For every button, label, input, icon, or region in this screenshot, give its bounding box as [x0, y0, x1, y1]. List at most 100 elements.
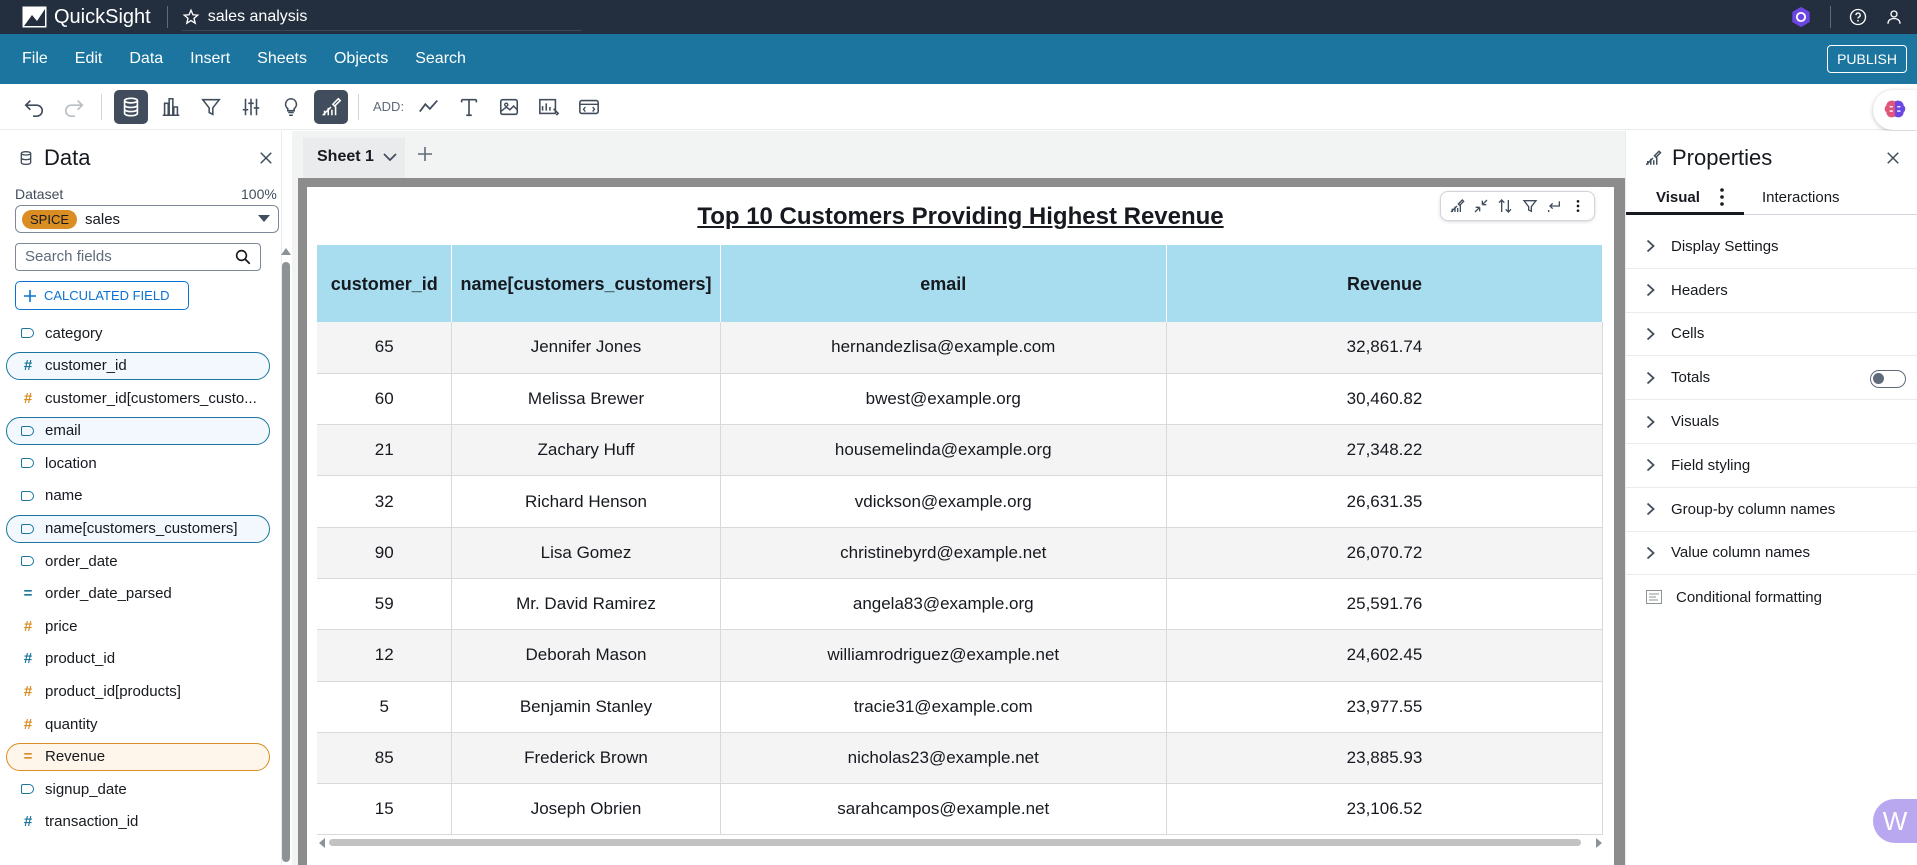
properties-section[interactable]: Display Settings	[1626, 225, 1917, 269]
table-cell[interactable]: 26,631.35	[1166, 475, 1604, 528]
table-row[interactable]: 32 Richard Henson vdickson@example.org 26,6…	[317, 475, 1604, 528]
conditional-formatting-section[interactable]: Conditional formatting	[1626, 575, 1917, 619]
table-row[interactable]: 60 Melissa Brewer bwest@example.org 30,460.…	[317, 373, 1604, 426]
table-row[interactable]: 85 Frederick Brown nicholas23@example.net 2…	[317, 732, 1604, 785]
user-icon[interactable]	[1885, 8, 1903, 26]
table-cell[interactable]: christinebyrd@example.net	[720, 527, 1167, 579]
table-cell[interactable]: 12	[317, 629, 453, 682]
filter-button[interactable]	[194, 90, 228, 124]
insights-button[interactable]	[274, 90, 308, 124]
properties-section[interactable]: Value column names	[1626, 532, 1917, 576]
analysis-name-field[interactable]: sales analysis	[181, 3, 582, 31]
field-item[interactable]: order_date	[6, 547, 270, 575]
field-item[interactable]: # customer_id[customers_custo...	[6, 384, 270, 412]
help-icon[interactable]	[1849, 8, 1867, 26]
tab-visual[interactable]: Visual	[1656, 189, 1700, 206]
table-row[interactable]: 65 Jennifer Jones hernandezlisa@example.co…	[317, 322, 1604, 374]
properties-section[interactable]: Cells	[1626, 313, 1917, 357]
filter-icon[interactable]	[1522, 198, 1538, 214]
field-item[interactable]: # transaction_id	[6, 808, 270, 836]
table-cell[interactable]: 21	[317, 424, 453, 477]
column-header[interactable]: name[customers_customers]	[451, 245, 721, 322]
table-cell[interactable]: 24,602.45	[1166, 629, 1604, 682]
table-cell[interactable]: bwest@example.org	[720, 373, 1167, 426]
table-cell[interactable]: housemelinda@example.org	[720, 424, 1167, 477]
format-visual-icon[interactable]	[1449, 198, 1465, 214]
table-cell[interactable]: tracie31@example.com	[720, 681, 1167, 733]
table-cell[interactable]: 23,977.55	[1166, 681, 1604, 733]
menu-data[interactable]: Data	[129, 50, 163, 68]
table-cell[interactable]: 25,591.76	[1166, 578, 1604, 631]
table-cell[interactable]: 32,861.74	[1166, 322, 1604, 374]
parameters-button[interactable]	[234, 90, 268, 124]
add-image-button[interactable]	[492, 90, 526, 124]
field-list-scrollbar[interactable]	[282, 262, 290, 862]
table-cell[interactable]: Mr. David Ramirez	[451, 578, 721, 631]
quicksight-logo[interactable]: QuickSight	[22, 6, 151, 29]
field-item[interactable]: = Revenue	[6, 742, 270, 771]
format-visual-button[interactable]	[314, 89, 348, 124]
properties-section[interactable]: Group-by column names	[1626, 488, 1917, 532]
table-cell[interactable]: Melissa Brewer	[451, 373, 721, 426]
column-header[interactable]: Revenue	[1166, 245, 1604, 322]
column-header[interactable]: email	[720, 245, 1167, 322]
properties-section[interactable]: Field styling	[1626, 444, 1917, 488]
field-item[interactable]: category	[6, 319, 270, 347]
add-sheet-icon[interactable]	[416, 145, 434, 163]
table-horizontal-scrollbar[interactable]	[329, 839, 1581, 846]
table-cell[interactable]: Jennifer Jones	[451, 322, 721, 374]
table-cell[interactable]: 23,885.93	[1166, 732, 1604, 785]
table-cell[interactable]: nicholas23@example.net	[720, 732, 1167, 785]
field-item[interactable]: name[customers_customers]	[6, 514, 270, 543]
menu-search[interactable]: Search	[415, 50, 466, 68]
drill-icon[interactable]	[1546, 198, 1562, 214]
menu-objects[interactable]: Objects	[334, 50, 388, 68]
field-item[interactable]: email	[6, 416, 270, 445]
table-cell[interactable]: Frederick Brown	[451, 732, 721, 785]
redo-button[interactable]	[57, 90, 91, 124]
table-cell[interactable]: 65	[317, 322, 453, 374]
search-icon[interactable]	[234, 248, 252, 266]
menu-edit[interactable]: Edit	[75, 50, 103, 68]
table-visual[interactable]: Top 10 Customers Providing Highest Reven…	[307, 187, 1614, 865]
publish-button[interactable]: PUBLISH	[1827, 45, 1907, 73]
field-item[interactable]: # quantity	[6, 710, 270, 738]
amazon-q-icon[interactable]	[1790, 6, 1812, 28]
table-row[interactable]: 5 Benjamin Stanley tracie31@example.com 23,…	[317, 681, 1604, 733]
table-row[interactable]: 15 Joseph Obrien sarahcampos@example.net 23…	[317, 783, 1604, 836]
table-row[interactable]: 90 Lisa Gomez christinebyrd@example.net 26,…	[317, 527, 1604, 579]
table-row[interactable]: 59 Mr. David Ramirez angela83@example.org 2…	[317, 578, 1604, 631]
table-cell[interactable]: 5	[317, 681, 453, 733]
table-cell[interactable]: Joseph Obrien	[451, 783, 721, 836]
table-cell[interactable]: 27,348.22	[1166, 424, 1604, 477]
sort-icon[interactable]	[1497, 198, 1513, 214]
table-cell[interactable]: Deborah Mason	[451, 629, 721, 682]
tab-interactions[interactable]: Interactions	[1762, 189, 1840, 206]
scroll-up-icon[interactable]	[280, 247, 292, 257]
search-fields-input[interactable]: Search fields	[15, 243, 261, 271]
close-icon[interactable]	[257, 149, 275, 167]
close-icon[interactable]	[1884, 149, 1902, 167]
chevron-down-icon[interactable]	[382, 152, 398, 162]
tab-sheet-1[interactable]: Sheet 1	[303, 138, 405, 178]
dataset-select[interactable]: SPICE sales	[15, 205, 279, 233]
add-text-button[interactable]	[452, 90, 486, 124]
menu-sheets[interactable]: Sheets	[257, 50, 307, 68]
field-item[interactable]: location	[6, 449, 270, 477]
menu-insert[interactable]: Insert	[190, 50, 230, 68]
visual-title[interactable]: Top 10 Customers Providing Highest Reven…	[307, 203, 1614, 231]
calculated-field-button[interactable]: CALCULATED FIELD	[15, 281, 189, 310]
add-insight-button[interactable]	[532, 90, 566, 124]
assistant-bubble-button[interactable]: W	[1873, 799, 1917, 843]
table-cell[interactable]: 60	[317, 373, 453, 426]
table-cell[interactable]: williamrodriguez@example.net	[720, 629, 1167, 682]
table-cell[interactable]: 59	[317, 578, 453, 631]
add-visual-button[interactable]	[412, 90, 446, 124]
field-item[interactable]: # product_id[products]	[6, 678, 270, 706]
table-cell[interactable]: hernandezlisa@example.com	[720, 322, 1167, 374]
data-panel-button[interactable]	[114, 89, 148, 124]
undo-button[interactable]	[17, 90, 51, 124]
table-cell[interactable]: angela83@example.org	[720, 578, 1167, 631]
table-cell[interactable]: sarahcampos@example.net	[720, 783, 1167, 836]
table-cell[interactable]: Lisa Gomez	[451, 527, 721, 579]
